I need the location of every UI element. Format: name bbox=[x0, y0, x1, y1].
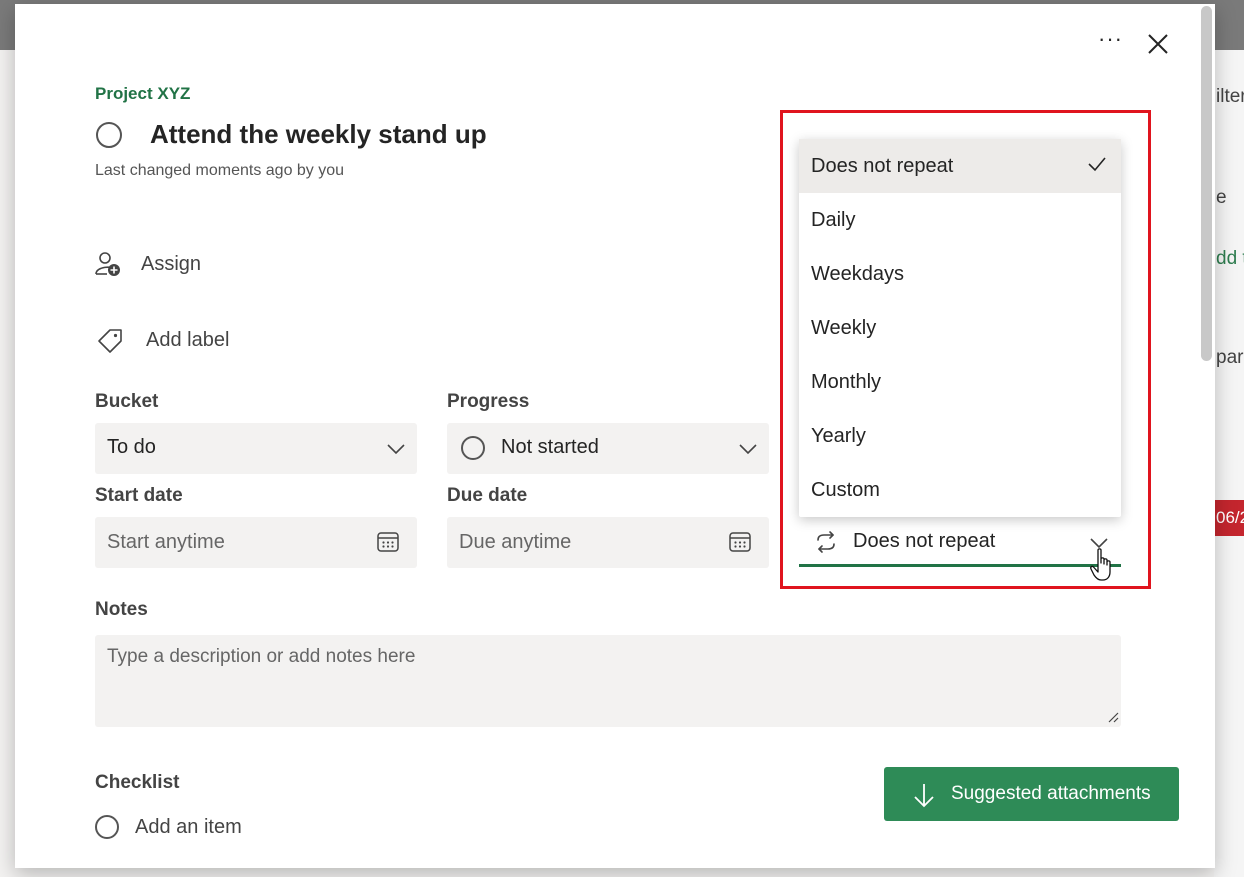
hand-pointer-icon bbox=[1090, 548, 1111, 581]
resize-handle-icon[interactable] bbox=[1107, 711, 1119, 723]
chevron-down-icon bbox=[387, 444, 405, 455]
more-horizontal-icon: ··· bbox=[1098, 26, 1123, 51]
background-fragment: e bbox=[1216, 187, 1227, 208]
notes-label: Notes bbox=[95, 599, 148, 620]
arrow-down-icon bbox=[914, 784, 934, 808]
checklist-label: Checklist bbox=[95, 772, 180, 793]
start-date-placeholder: Start anytime bbox=[107, 531, 225, 553]
calendar-icon[interactable] bbox=[376, 530, 400, 554]
background-date-badge: 06/2 bbox=[1214, 500, 1244, 536]
not-started-circle-icon bbox=[461, 436, 485, 460]
more-options-button[interactable]: ··· bbox=[1098, 28, 1122, 56]
close-icon bbox=[1148, 34, 1168, 54]
task-title[interactable]: Attend the weekly stand up bbox=[150, 119, 487, 150]
background-fragment: ilter bbox=[1216, 86, 1244, 107]
scrollbar-thumb[interactable] bbox=[1201, 6, 1212, 361]
project-name: Project XYZ bbox=[95, 84, 191, 103]
progress-value: Not started bbox=[501, 436, 599, 458]
calendar-icon[interactable] bbox=[728, 530, 752, 554]
bucket-dropdown[interactable]: To do bbox=[95, 423, 417, 474]
close-button[interactable] bbox=[1145, 31, 1171, 57]
add-checklist-item-input[interactable]: Add an item bbox=[135, 816, 242, 839]
checklist-item-circle[interactable] bbox=[95, 815, 119, 839]
due-date-field[interactable]: Due anytime bbox=[447, 517, 769, 568]
start-date-field[interactable]: Start anytime bbox=[95, 517, 417, 568]
bucket-value: To do bbox=[107, 436, 156, 458]
assign-button[interactable]: Assign bbox=[141, 253, 201, 276]
background-fragment: dd t bbox=[1216, 248, 1244, 269]
notes-placeholder: Type a description or add notes here bbox=[107, 646, 416, 667]
progress-dropdown[interactable]: Not started bbox=[447, 423, 769, 474]
suggested-attachments-label: Suggested attachments bbox=[951, 783, 1151, 804]
start-date-label: Start date bbox=[95, 485, 183, 506]
due-date-placeholder: Due anytime bbox=[459, 531, 572, 553]
tag-icon[interactable] bbox=[96, 327, 124, 355]
due-date-label: Due date bbox=[447, 485, 528, 506]
chevron-down-icon bbox=[739, 444, 757, 455]
suggested-attachments-button[interactable]: Suggested attachments bbox=[884, 767, 1179, 821]
background-board-edge: ilter e dd t par 06/2 bbox=[1214, 50, 1244, 877]
complete-task-checkbox[interactable] bbox=[96, 122, 122, 148]
bucket-label: Bucket bbox=[95, 391, 159, 412]
assign-person-icon[interactable] bbox=[94, 250, 122, 278]
last-changed-text: Last changed moments ago by you bbox=[95, 162, 345, 179]
highlight-frame bbox=[780, 110, 1151, 589]
add-label-button[interactable]: Add label bbox=[146, 329, 229, 352]
progress-label: Progress bbox=[447, 391, 530, 412]
background-fragment: par bbox=[1216, 347, 1244, 368]
